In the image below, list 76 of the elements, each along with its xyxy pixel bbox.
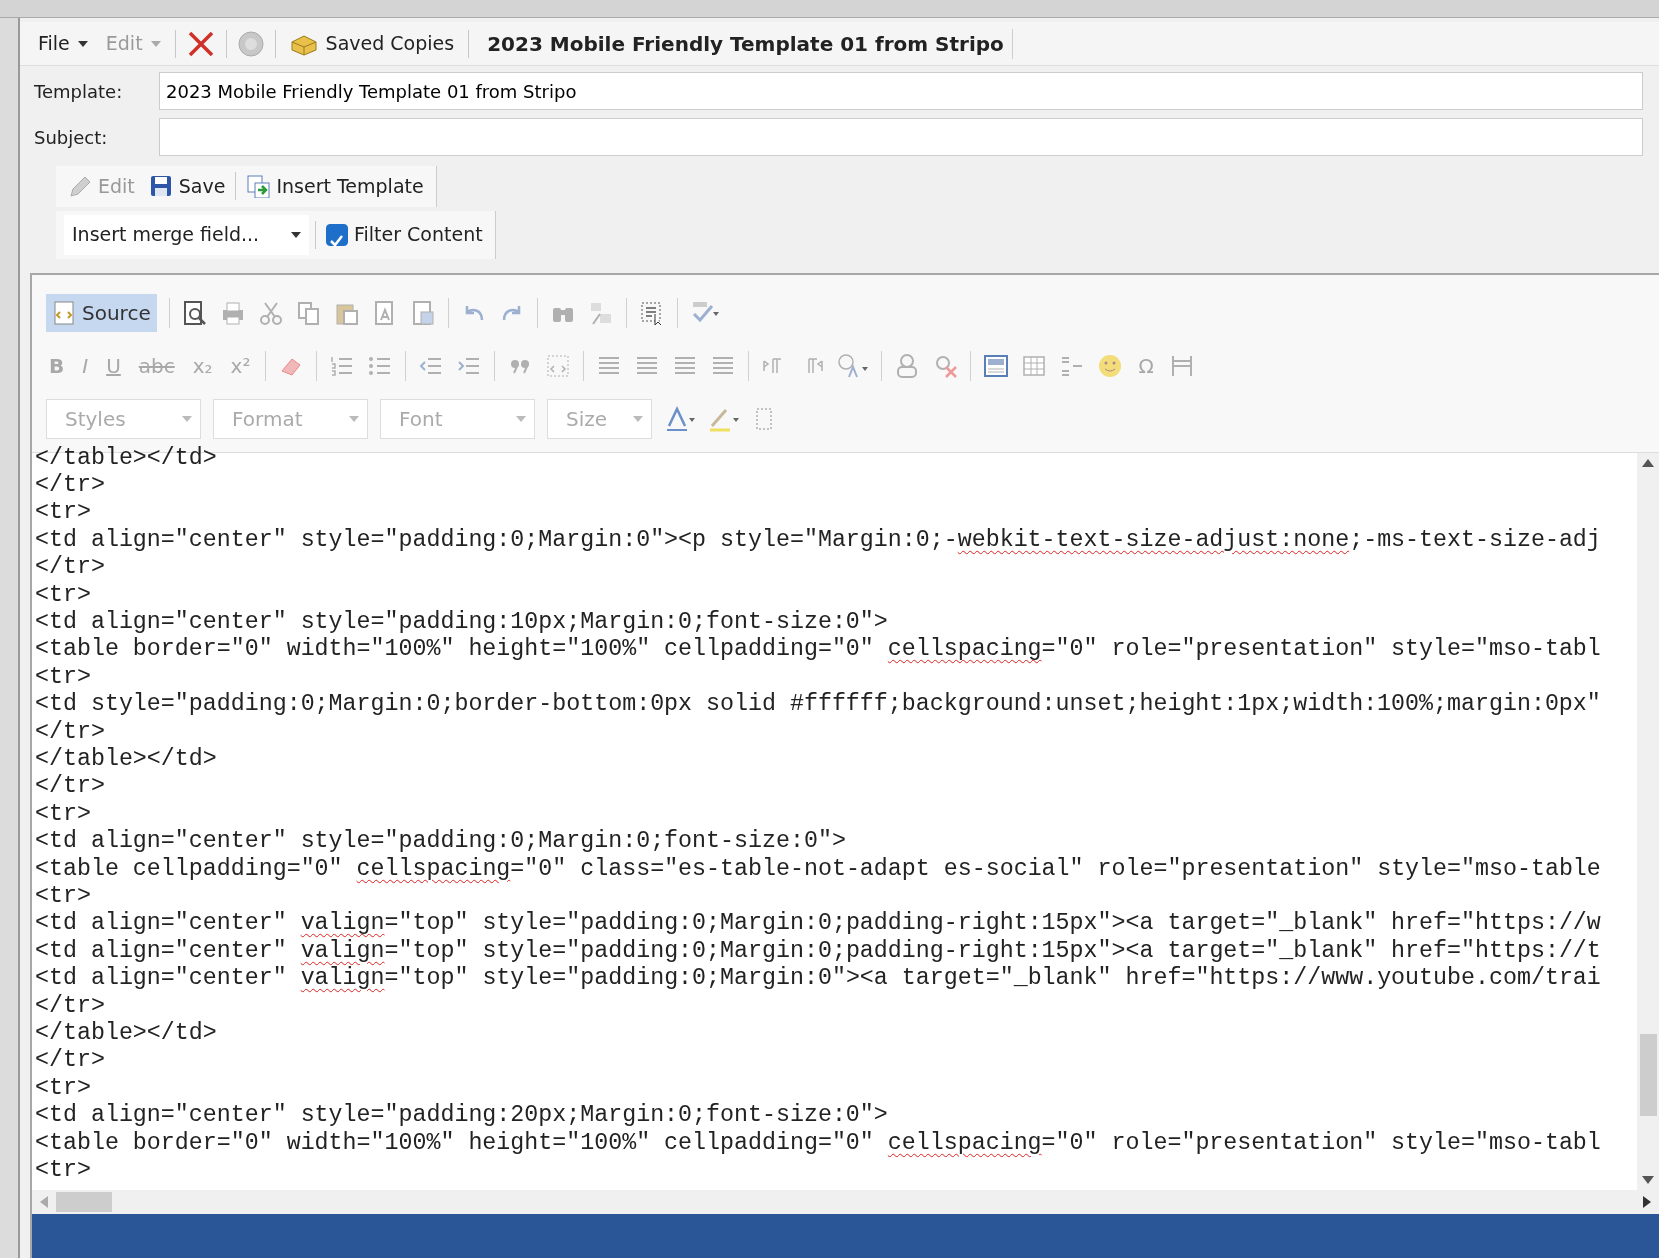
code-line: <table cellpadding="0" cellspacing="0" class="es-table-not-adapt es-social" role="presentation" style="mso-table — [35, 855, 1602, 883]
scroll-left-icon[interactable] — [40, 1196, 48, 1208]
code-line: <td align="center" valign="top" style="padding:0;Margin:0;padding-right:15px"><a target="_blank" href="https://t — [35, 937, 1602, 966]
code-line: </tr> — [35, 554, 106, 582]
format-button[interactable]: B — [46, 351, 68, 381]
format-button[interactable]: abc — [135, 351, 178, 381]
code-line: <td align="center" valign="top" style="padding:0;Margin:0;padding-right:15px"><a target="_blank" href="https://w — [35, 910, 1602, 938]
code-line: <td style="padding:0;Margin:0;border-bottom:0px solid #ffffff;background:unset;height:1px;width:100%;margin:0px" — [35, 691, 1602, 719]
code-line: <tr> — [35, 1074, 92, 1103]
image-icon[interactable] — [983, 353, 1010, 379]
scroll-up-icon[interactable] — [1642, 458, 1654, 467]
dropdown[interactable]: Styles — [46, 399, 201, 439]
table-icon[interactable] — [1021, 353, 1048, 379]
field-label: Template: — [34, 79, 124, 104]
code-line: <tr> — [35, 581, 92, 609]
caret-icon — [182, 416, 192, 422]
smiley-icon[interactable] — [1097, 353, 1124, 379]
text-field[interactable]: 2023 Mobile Friendly Template 01 from Stripo — [159, 72, 1643, 110]
code-line: <td align="center" style="padding:0;Margin:0;font-size:0"> — [35, 828, 847, 856]
code-line: </table></td> — [35, 1020, 218, 1048]
caret-icon — [150, 40, 161, 47]
format-button[interactable]: I — [79, 351, 92, 381]
preview-icon[interactable] — [181, 300, 208, 326]
code-line: </table></td> — [35, 444, 218, 472]
merge-field-dropdown[interactable]: Insert merge field... — [64, 214, 309, 255]
code-line: <td align="center" style="padding:10px;Margin:0;font-size:0"> — [35, 608, 889, 637]
scroll-down-icon[interactable] — [1642, 1176, 1654, 1184]
document-title: 2023 Mobile Friendly Template 01 from Stripo — [479, 28, 1013, 59]
code-line: <td align="center" valign="top" style="padding:0;Margin:0"><a target="_blank" href="https://www.youtube.com/trai — [35, 965, 1602, 993]
filter-content-checkbox[interactable]: Filter Content — [322, 218, 487, 251]
source-button[interactable]: Source — [46, 294, 157, 332]
caret-icon — [516, 416, 526, 422]
dropdown[interactable]: Size — [547, 399, 652, 439]
code-line: <table border="0" width="100%" height="100%" cellpadding="0" cellspacing="0" role="presentation" style="mso-tabl — [35, 636, 1602, 664]
code-line: </tr> — [35, 773, 106, 801]
caret-icon — [77, 40, 88, 47]
language-icon[interactable] — [837, 353, 870, 379]
code-line: <table border="0" width="100%" height="100%" cellpadding="0" cellspacing="0" role="presentation" style="mso-tabl — [35, 1129, 1602, 1158]
format-button[interactable]: U — [103, 351, 124, 381]
code-line: </tr> — [35, 1047, 106, 1075]
code-line: </table></td> — [35, 745, 218, 774]
scroll-right-icon[interactable] — [1643, 1196, 1651, 1208]
code-line: <tr> — [35, 883, 92, 911]
code-line: <tr> — [35, 800, 92, 829]
text-color-icon[interactable] — [664, 406, 696, 432]
dropdown[interactable]: Font — [380, 399, 535, 439]
code-line: </tr> — [35, 718, 106, 746]
div-container-icon[interactable] — [545, 353, 572, 379]
text-field[interactable] — [159, 118, 1643, 156]
pencil-icon — [68, 174, 92, 199]
highlight-icon[interactable] — [708, 406, 740, 432]
saved-copies-button[interactable]: Saved Copies — [285, 29, 459, 58]
caret-icon — [633, 416, 643, 422]
code-line: <tr> — [35, 1157, 92, 1185]
code-line: <td align="center" style="padding:0;Margin:0"><p style="Margin:0;-webkit-text-size-adjust:none;-ms-text-size-adj — [35, 526, 1602, 555]
special-character-button[interactable]: Ω — [1135, 351, 1157, 381]
code-line: <td align="center" style="padding:20px;Margin:0;font-size:0"> — [35, 1102, 889, 1130]
document-arrow-icon — [246, 174, 271, 199]
help-icon[interactable] — [236, 29, 265, 58]
toolbar-button[interactable]: Insert Template — [242, 170, 428, 203]
code-line: <tr> — [35, 663, 92, 692]
copy-icon[interactable] — [295, 300, 322, 326]
field-label: Subject: — [34, 125, 109, 150]
scrollbar-thumb[interactable] — [1639, 1034, 1657, 1116]
format-button[interactable]: x² — [227, 351, 254, 381]
code-line: </tr> — [35, 471, 106, 500]
format-button[interactable]: x₂ — [189, 351, 216, 381]
scrollbar-thumb[interactable] — [56, 1192, 112, 1212]
caret-icon — [291, 231, 301, 238]
caret-icon — [349, 416, 359, 422]
dropdown[interactable]: Format — [213, 399, 368, 439]
code-line: <tr> — [35, 499, 92, 527]
toolbar-button[interactable]: Save — [144, 170, 230, 203]
cut-icon[interactable] — [257, 300, 284, 326]
code-line: </tr> — [35, 992, 106, 1021]
menu-item[interactable]: File — [34, 29, 92, 58]
